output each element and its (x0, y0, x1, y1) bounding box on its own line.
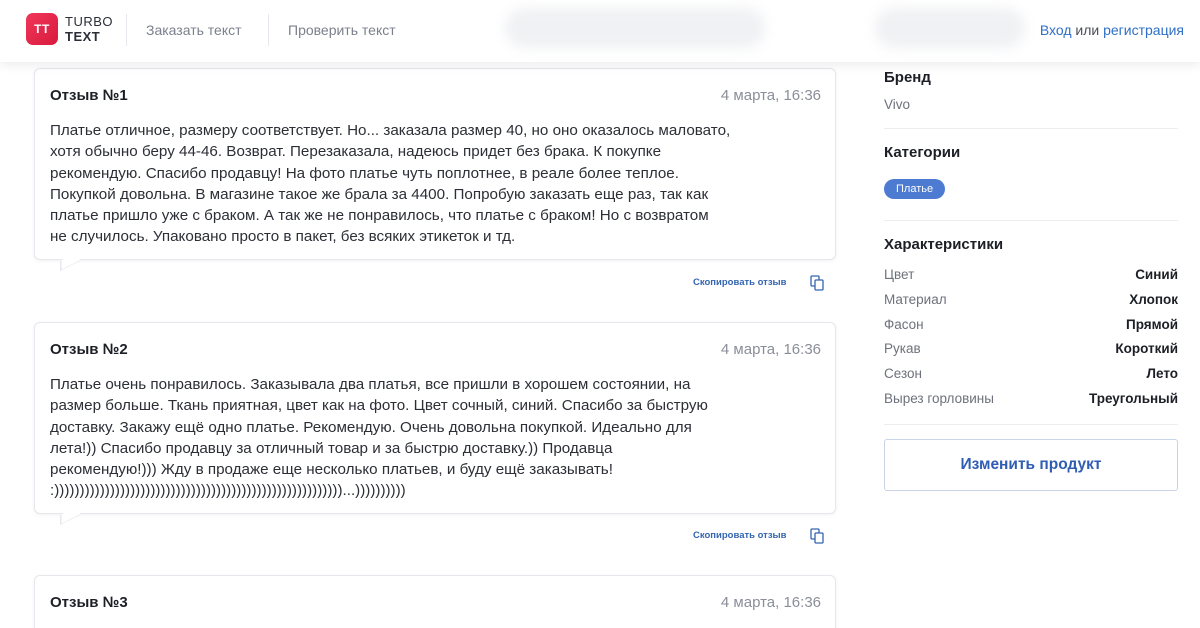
speech-tail (60, 251, 80, 271)
categories-heading: Категории (884, 144, 961, 161)
spec-key: Сезон (884, 366, 922, 381)
copy-icon[interactable] (810, 528, 824, 544)
spec-key: Фасон (884, 317, 924, 332)
edit-product-button[interactable]: Изменить продукт (884, 439, 1178, 491)
review-date: 4 марта, 16:36 (720, 87, 821, 104)
site-logo[interactable]: TT TURBO TEXT (26, 13, 113, 45)
logo-line1: TURBO (65, 14, 113, 29)
review-title: Отзыв №1 (50, 87, 128, 104)
spec-key: Вырез горловины (884, 391, 994, 406)
review-title: Отзыв №3 (50, 594, 128, 611)
speech-tail (60, 505, 80, 525)
review-card: Отзыв №3 4 марта, 16:36 (34, 575, 836, 628)
auth-links: Вход или регистрация (1040, 22, 1184, 38)
header-divider (268, 14, 269, 46)
divider (884, 220, 1178, 221)
spec-value: Лето (1146, 366, 1178, 381)
copy-review-button[interactable]: Скопировать отзыв (693, 277, 787, 288)
logo-line2: TEXT (65, 29, 101, 44)
nav-order-text[interactable]: Заказать текст (146, 22, 242, 38)
review-text: Платье очень понравилось. Заказывала два… (50, 376, 708, 500)
spec-value: Короткий (1115, 341, 1178, 356)
brand-value[interactable]: Vivo (884, 97, 910, 112)
spec-value: Треугольный (1088, 391, 1178, 406)
header-divider (126, 14, 127, 46)
specs-heading: Характеристики (884, 236, 1004, 253)
divider (884, 424, 1178, 425)
spec-key: Рукав (884, 341, 921, 356)
category-tag[interactable]: Платье (884, 179, 946, 199)
divider (884, 128, 1178, 129)
blurred-region (505, 8, 765, 48)
spec-key: Материал (884, 292, 947, 307)
review-date: 4 марта, 16:36 (720, 341, 821, 358)
top-header: TT TURBO TEXT Заказать текст Проверить т… (0, 0, 1200, 62)
review-date: 4 марта, 16:36 (720, 594, 821, 611)
login-link[interactable]: Вход (1040, 22, 1072, 38)
review-card: Отзыв №1 4 марта, 16:36 Платье отличное,… (34, 68, 836, 271)
review-text: Платье отличное, размеру соответствует. … (50, 122, 731, 246)
copy-icon[interactable] (810, 275, 824, 291)
copy-review-button[interactable]: Скопировать отзыв (693, 530, 787, 541)
brand-heading: Бренд (884, 69, 931, 86)
blurred-region (875, 8, 1025, 48)
spec-key: Цвет (884, 267, 915, 282)
review-card: Отзыв №2 4 марта, 16:36 Платье очень пон… (34, 322, 836, 525)
register-link[interactable]: регистрация (1103, 22, 1184, 38)
spec-value: Синий (1135, 267, 1178, 282)
logo-mark: TT (26, 13, 58, 45)
spec-value: Прямой (1125, 317, 1178, 332)
review-title: Отзыв №2 (50, 341, 128, 358)
nav-check-text[interactable]: Проверить текст (288, 22, 396, 38)
auth-or-text: или (1075, 22, 1100, 38)
spec-value: Хлопок (1129, 292, 1178, 307)
